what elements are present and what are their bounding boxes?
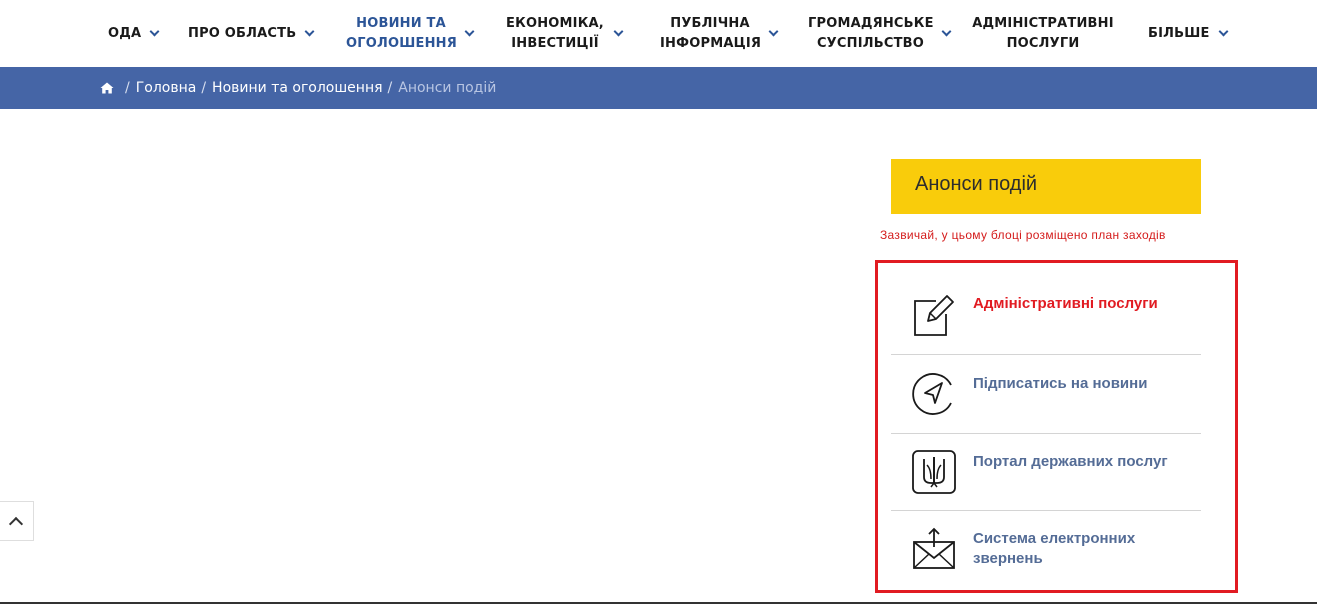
nav-item-economy[interactable]: ЕКОНОМІКА, ІНВЕСТИЦІЇ: [505, 0, 624, 67]
events-banner-title: Анонси подій: [915, 173, 1038, 195]
nav-item-label: ПРО ОБЛАСТЬ: [188, 25, 297, 41]
chevron-down-icon: [941, 26, 952, 37]
link-label: Портал державних послуг: [973, 453, 1168, 470]
nav-item-about-region[interactable]: ПРО ОБЛАСТЬ: [188, 0, 315, 67]
breadcrumb-current: Анонси подій: [398, 80, 497, 96]
chevron-down-icon: [768, 26, 779, 37]
link-state-services-portal[interactable]: Портал державних послуг: [891, 434, 1201, 510]
nav-item-label: АДМІНІСТРАТИВНІ ПОСЛУГИ: [972, 15, 1114, 51]
breadcrumb-separator: /: [125, 80, 130, 96]
link-e-appeals-system[interactable]: Система електронних звернень: [891, 511, 1201, 581]
chevron-down-icon: [613, 26, 624, 37]
nav-item-more[interactable]: БІЛЬШЕ: [1148, 0, 1229, 67]
trident-coat-of-arms-icon: [912, 450, 956, 494]
breadcrumb-home-link[interactable]: Головна: [136, 80, 197, 96]
nav-item-public-info[interactable]: ПУБЛІЧНА ІНФОРМАЦІЯ: [660, 0, 779, 67]
link-label: Адміністративні послуги: [973, 295, 1158, 312]
breadcrumb-separator: /: [201, 80, 207, 96]
breadcrumb-separator: /: [387, 80, 393, 96]
nav-item-label: НОВИНИ ТА ОГОЛОШЕННЯ: [346, 15, 457, 51]
link-label: Система електронних звернень: [973, 530, 1136, 567]
edit-document-icon: [914, 295, 954, 336]
nav-item-label: ГРОМАДЯНСЬКЕ СУСПІЛЬСТВО: [808, 15, 934, 51]
breadcrumb: / Головна / Новини та оголошення / Анонс…: [100, 67, 496, 109]
envelope-upload-icon: [913, 527, 955, 569]
chevron-down-icon: [149, 26, 160, 37]
navigation-arrow-icon: [912, 373, 952, 415]
nav-item-label: ПУБЛІЧНА ІНФОРМАЦІЯ: [660, 15, 762, 51]
link-admin-services[interactable]: Адміністративні послуги: [891, 282, 1201, 354]
chevron-down-icon: [1218, 26, 1229, 37]
nav-item-oda[interactable]: ОДА: [108, 0, 160, 67]
nav-item-news[interactable]: НОВИНИ ТА ОГОЛОШЕННЯ: [346, 0, 475, 67]
scroll-to-top-button[interactable]: [0, 501, 34, 541]
nav-item-label: ОДА: [108, 25, 142, 41]
breadcrumb-bar: / Головна / Новини та оголошення / Анонс…: [0, 67, 1317, 109]
events-banner[interactable]: Анонси подій: [891, 159, 1201, 214]
placeholder-note: Зазвичай, у цьому блоці розміщено план з…: [880, 228, 1166, 242]
breadcrumb-section-link[interactable]: Новини та оголошення: [212, 80, 382, 96]
chevron-down-icon: [464, 26, 475, 37]
nav-item-civil-society[interactable]: ГРОМАДЯНСЬКЕ СУСПІЛЬСТВО: [808, 0, 952, 67]
nav-item-label: БІЛЬШЕ: [1148, 25, 1210, 41]
home-icon[interactable]: [100, 82, 114, 94]
chevron-down-icon: [304, 26, 315, 37]
nav-item-label: ЕКОНОМІКА, ІНВЕСТИЦІЇ: [506, 15, 604, 51]
link-subscribe-news[interactable]: Підписатись на новини: [891, 355, 1201, 433]
chevron-up-icon: [8, 516, 24, 532]
main-navigation: ОДА ПРО ОБЛАСТЬ НОВИНИ ТА ОГОЛОШЕННЯ ЕКО…: [0, 0, 1317, 67]
link-label: Підписатись на новини: [973, 375, 1148, 392]
nav-item-admin-services[interactable]: АДМІНІСТРАТИВНІ ПОСЛУГИ: [972, 0, 1114, 67]
